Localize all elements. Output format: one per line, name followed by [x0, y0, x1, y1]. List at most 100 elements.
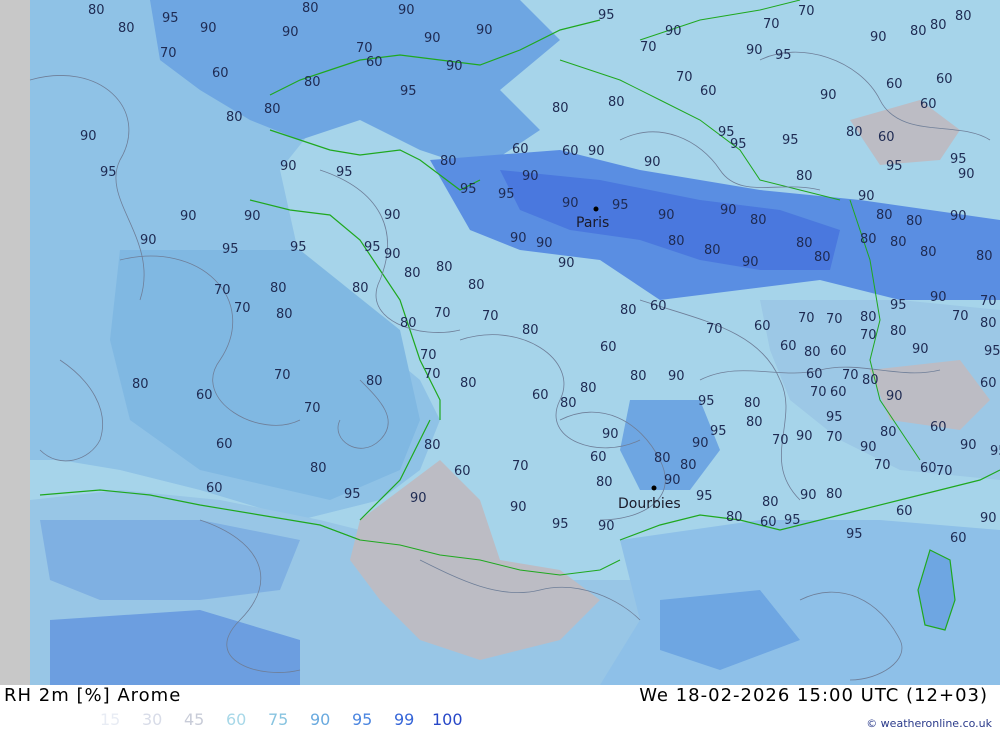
contour-label: 90	[665, 24, 682, 39]
contour-label: 70	[160, 46, 177, 61]
contour-label: 90	[870, 30, 887, 45]
contour-label: 80	[468, 278, 485, 293]
contour-label: 60	[806, 367, 823, 382]
contour-label: 60	[600, 340, 617, 355]
contour-label: 70	[826, 430, 843, 445]
contour-label: 80	[930, 18, 947, 33]
contour-label: 70	[274, 368, 291, 383]
contour-label: 60	[650, 299, 667, 314]
contour-label: 60	[512, 142, 529, 157]
contour-label: 95	[784, 513, 801, 528]
contour-label: 90	[410, 491, 427, 506]
contour-label: 90	[912, 342, 929, 357]
contour-label: 95	[100, 165, 117, 180]
contour-label: 60	[206, 481, 223, 496]
contour-label: 70	[952, 309, 969, 324]
contour-label: 70	[860, 328, 877, 343]
relative-humidity-map: Paris Dourbies 8095908080 90 957070 8080909…	[0, 0, 1000, 685]
paris-marker	[593, 206, 599, 212]
contour-label: 80	[880, 425, 897, 440]
contour-label: 80	[704, 243, 721, 258]
legend-item-30: 30	[142, 710, 163, 729]
contour-label: 80	[846, 125, 863, 140]
credit-text[interactable]: c© weatheronline.co.uk	[866, 717, 992, 730]
contour-label: 95	[890, 298, 907, 313]
contour-label: 95	[552, 517, 569, 532]
contour-label: 70	[482, 309, 499, 324]
contour-label: 70	[763, 17, 780, 32]
contour-label: 80	[440, 154, 457, 169]
contour-label: 90	[796, 429, 813, 444]
contour-label: 60	[920, 461, 937, 476]
legend-item-100: 100	[432, 710, 463, 729]
contour-label: 60	[896, 504, 913, 519]
contour-label: 70	[936, 464, 953, 479]
contour-label: 80	[744, 396, 761, 411]
legend-item-15: 15	[100, 710, 121, 729]
contour-label: 90	[858, 189, 875, 204]
contour-label: 80	[876, 208, 893, 223]
contour-label: 95	[400, 84, 417, 99]
contour-label: 80	[862, 373, 879, 388]
contour-label: 90	[644, 155, 661, 170]
contour-label: 90	[800, 488, 817, 503]
legend-item-45: 45	[184, 710, 205, 729]
contour-label: 80	[404, 266, 421, 281]
map-timestamp: We 18-02-2026 15:00 UTC (12+03)	[639, 685, 988, 706]
contour-label: 60	[830, 385, 847, 400]
contour-label: 90	[384, 247, 401, 262]
contour-label: 90	[588, 144, 605, 159]
contour-label: 95	[698, 394, 715, 409]
contour-label: 60	[780, 339, 797, 354]
legend-item-95: 95	[352, 710, 373, 729]
contour-label: 90	[384, 208, 401, 223]
contour-label: 70	[798, 4, 815, 19]
contour-label: 80	[264, 102, 281, 117]
contour-label: 80	[980, 316, 997, 331]
contour-label: 60	[886, 77, 903, 92]
contour-label: 90	[860, 440, 877, 455]
contour-label: 80	[804, 345, 821, 360]
contour-label: 90	[244, 209, 261, 224]
contour-label: 70	[420, 348, 437, 363]
contour-label: 60	[454, 464, 471, 479]
contour-label: 80	[762, 495, 779, 510]
contour-label: 95	[950, 152, 967, 167]
contour-label: 80	[910, 24, 927, 39]
contour-label: 90	[950, 209, 967, 224]
city-label-dourbies: Dourbies	[618, 496, 681, 512]
contour-label: 80	[750, 213, 767, 228]
contour-label: 90	[562, 196, 579, 211]
contour-label: 90	[746, 43, 763, 58]
contour-label: 90	[958, 167, 975, 182]
contour-label: 60	[950, 531, 967, 546]
contour-label: 80	[352, 281, 369, 296]
contour-label: 90	[510, 500, 527, 515]
contour-label: 90	[200, 21, 217, 36]
contour-label: 90	[742, 255, 759, 270]
contour-label: 70	[842, 368, 859, 383]
contour-label: 90	[602, 427, 619, 442]
contour-label: 95	[775, 48, 792, 63]
contour-label: 70	[706, 322, 723, 337]
contour-label: 80	[596, 475, 613, 490]
legend-item-99: 99	[394, 710, 415, 729]
contour-label: 90	[658, 208, 675, 223]
contour-label: 90	[424, 31, 441, 46]
contour-label: 60	[920, 97, 937, 112]
contour-label: 95	[336, 165, 353, 180]
contour-label: 95	[162, 11, 179, 26]
contour-label: 90	[598, 519, 615, 534]
contour-label: 95	[498, 187, 515, 202]
contour-label: 60	[562, 144, 579, 159]
contour-label: 90	[668, 369, 685, 384]
contour-label: 90	[140, 233, 157, 248]
contour-label: 80	[366, 374, 383, 389]
contour-label: 80	[580, 381, 597, 396]
contour-label: 80	[400, 316, 417, 331]
contour-label: 95	[222, 242, 239, 257]
contour-label: 90	[398, 3, 415, 18]
contour-label: 90	[282, 25, 299, 40]
contour-label: 95	[782, 133, 799, 148]
map-title: RH 2m [%] Arome	[4, 685, 182, 706]
